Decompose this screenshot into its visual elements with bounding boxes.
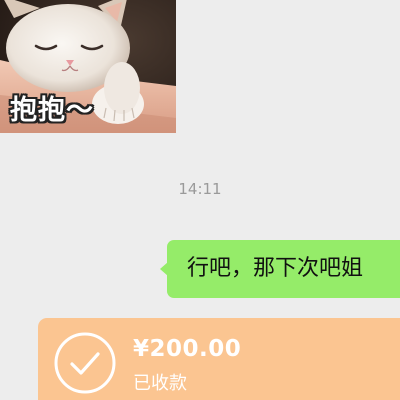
transfer-status: 已收款 bbox=[133, 373, 187, 394]
outgoing-message-text: 行吧，那下次吧姐 bbox=[187, 256, 364, 281]
outgoing-message-bubble[interactable]: 行吧，那下次吧姐 bbox=[160, 240, 400, 298]
message-timestamp: 14:11 bbox=[178, 180, 222, 198]
sticker-image[interactable]: 抱抱～ bbox=[0, 0, 176, 133]
sticker-caption: 抱抱～ bbox=[10, 95, 94, 126]
transfer-amount: ¥200.00 bbox=[133, 336, 242, 362]
check-circle-icon bbox=[54, 332, 116, 394]
transfer-card[interactable]: ¥200.00 已收款 bbox=[38, 318, 400, 400]
